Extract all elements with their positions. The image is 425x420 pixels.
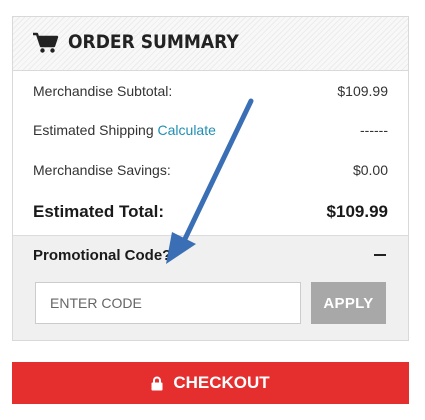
subtotal-label: Merchandise Subtotal: [33, 83, 173, 99]
apply-button[interactable]: APPLY [311, 282, 386, 324]
order-summary-title: ORDER SUMMARY [68, 31, 239, 53]
calculate-shipping-link[interactable]: Calculate [158, 122, 216, 138]
subtotal-value: $109.99 [337, 83, 388, 99]
shipping-value: ------ [360, 122, 388, 138]
promo-collapse-toggle[interactable] [370, 244, 390, 266]
savings-label: Merchandise Savings: [33, 162, 171, 178]
minus-icon [374, 254, 386, 256]
checkout-button[interactable]: CHECKOUT [12, 362, 409, 404]
shipping-label: Estimated Shipping [33, 122, 154, 138]
lock-icon [151, 376, 163, 390]
estimated-total-label: Estimated Total: [33, 202, 164, 221]
promo-code-section: Promotional Code? APPLY [13, 235, 408, 340]
promo-code-input[interactable] [35, 282, 301, 324]
order-summary-card: ORDER SUMMARY Merchandise Subtotal: $109… [12, 16, 409, 341]
estimated-total-value: $109.99 [326, 202, 388, 221]
estimated-total-row: Estimated Total: $109.99 [13, 191, 408, 233]
savings-value: $0.00 [352, 162, 388, 178]
shopping-cart-icon [33, 32, 59, 53]
order-summary-header: ORDER SUMMARY [13, 17, 408, 71]
order-summary-page: ORDER SUMMARY Merchandise Subtotal: $109… [0, 0, 425, 420]
savings-row: Merchandise Savings: $0.00 [13, 150, 408, 190]
promo-code-title[interactable]: Promotional Code? [33, 247, 171, 264]
shipping-row: Estimated Shipping Calculate ------ [13, 110, 408, 150]
subtotal-row: Merchandise Subtotal: $109.99 [13, 71, 408, 111]
shipping-label-group: Estimated Shipping Calculate [33, 122, 216, 138]
checkout-label: CHECKOUT [173, 373, 270, 392]
